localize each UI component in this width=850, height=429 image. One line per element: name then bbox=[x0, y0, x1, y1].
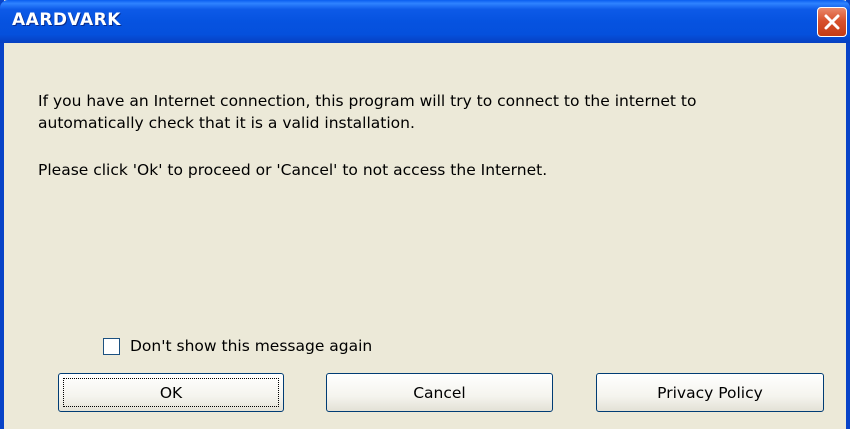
ok-button[interactable]: OK bbox=[58, 373, 284, 412]
focus-rectangle bbox=[63, 378, 279, 407]
dont-show-again-label[interactable]: Don't show this message again bbox=[130, 337, 372, 355]
privacy-policy-button[interactable]: Privacy Policy bbox=[596, 373, 824, 412]
title-bar[interactable]: AARDVARK bbox=[0, 0, 850, 43]
dont-show-again-checkbox[interactable] bbox=[103, 337, 120, 355]
privacy-policy-button-label: Privacy Policy bbox=[657, 383, 763, 402]
message-line-1: If you have an Internet connection, this… bbox=[38, 92, 697, 110]
message-line-3: Please click 'Ok' to proceed or 'Cancel'… bbox=[38, 161, 548, 179]
message-line-2: automatically check that it is a valid i… bbox=[38, 114, 415, 132]
dont-show-again-option[interactable]: Don't show this message again bbox=[103, 337, 372, 355]
window-title: AARDVARK bbox=[12, 10, 121, 30]
cancel-button-label: Cancel bbox=[413, 383, 466, 402]
close-icon bbox=[824, 14, 840, 30]
cancel-button[interactable]: Cancel bbox=[326, 373, 553, 412]
close-button[interactable] bbox=[817, 7, 847, 37]
dialog-window: AARDVARK If you have an Internet connect… bbox=[0, 0, 850, 429]
